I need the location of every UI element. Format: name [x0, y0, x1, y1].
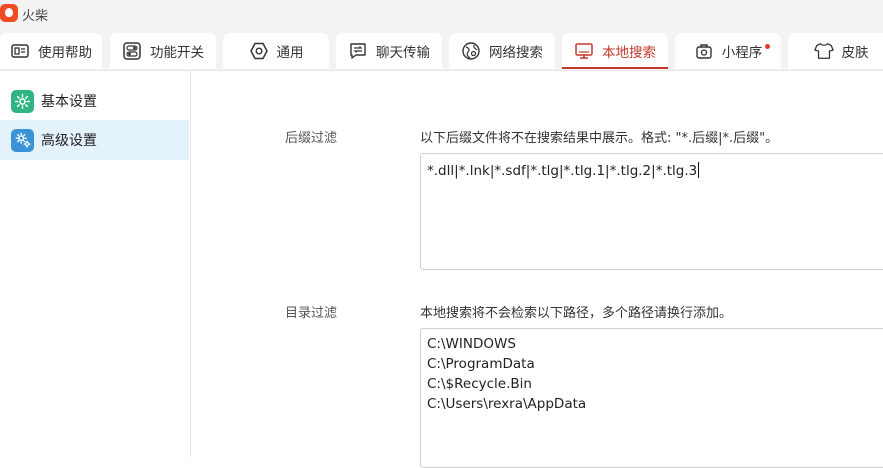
- tab-skin[interactable]: 皮肤: [788, 33, 883, 69]
- tab-label: 聊天传输: [376, 45, 430, 61]
- tab-web-search[interactable]: 网络搜索: [449, 33, 555, 69]
- dir-filter-value: C:\WINDOWS C:\ProgramData C:\$Recycle.Bi…: [427, 336, 587, 412]
- advanced-gears-icon: [11, 128, 34, 152]
- mini-program-icon: [694, 41, 714, 61]
- tab-general[interactable]: 通用: [223, 33, 329, 69]
- tab-label: 使用帮助: [38, 45, 92, 61]
- help-card-icon: [10, 41, 30, 61]
- suffix-filter-value: *.dll|*.lnk|*.sdf|*.tlg|*.tlg.1|*.tlg.2|…: [427, 163, 698, 179]
- tab-label: 本地搜索: [602, 45, 656, 61]
- tab-local-search[interactable]: 本地搜索: [562, 33, 668, 69]
- chat-transfer-icon: [348, 41, 368, 61]
- tab-mini-program[interactable]: 小程序: [675, 33, 781, 69]
- dir-filter-label: 目录过滤: [285, 306, 338, 321]
- text-cursor: [698, 162, 700, 178]
- tab-label: 功能开关: [150, 45, 204, 61]
- dir-filter-description: 本地搜索将不会检索以下路径，多个路径请换行添加。: [420, 306, 733, 321]
- sidebar-item-label: 高级设置: [41, 133, 97, 149]
- title-bar: 火柴: [0, 0, 883, 28]
- suffix-filter-description: 以下后缀文件将不在搜索结果中展示。格式: "*.后缀|*.后缀"。: [420, 131, 779, 146]
- dir-filter-input[interactable]: C:\WINDOWS C:\ProgramData C:\$Recycle.Bi…: [420, 328, 883, 468]
- tab-label: 小程序: [721, 45, 763, 61]
- suffix-filter-input[interactable]: *.dll|*.lnk|*.sdf|*.tlg|*.tlg.1|*.tlg.2|…: [420, 153, 883, 270]
- toggle-switch-icon: [122, 41, 142, 61]
- tab-help[interactable]: 使用帮助: [0, 33, 102, 69]
- sidebar-item-label: 基本设置: [41, 94, 97, 110]
- tab-bar: 使用帮助 功能开关 通用 聊天传输 网络搜索 本地搜索 小程序 皮肤: [0, 28, 883, 71]
- notification-dot: [765, 44, 770, 49]
- globe-search-icon: [461, 41, 481, 61]
- monitor-icon: [574, 41, 594, 61]
- tab-label: 通用: [276, 45, 304, 61]
- tab-feature-switch[interactable]: 功能开关: [110, 33, 216, 69]
- tab-label: 网络搜索: [489, 45, 543, 61]
- app-logo-icon: [0, 4, 18, 22]
- tab-chat-transfer[interactable]: 聊天传输: [336, 33, 442, 69]
- hexagon-settings-icon: [249, 41, 269, 61]
- sidebar: 基本设置 高级设置: [0, 71, 191, 457]
- shirt-icon: [813, 41, 834, 61]
- sidebar-item-advanced-settings[interactable]: 高级设置: [0, 120, 189, 160]
- tab-label: 皮肤: [841, 45, 869, 61]
- gear-icon: [11, 89, 34, 113]
- app-title: 火柴: [22, 9, 49, 24]
- sidebar-item-basic-settings[interactable]: 基本设置: [0, 81, 189, 121]
- suffix-filter-label: 后缀过滤: [285, 131, 338, 146]
